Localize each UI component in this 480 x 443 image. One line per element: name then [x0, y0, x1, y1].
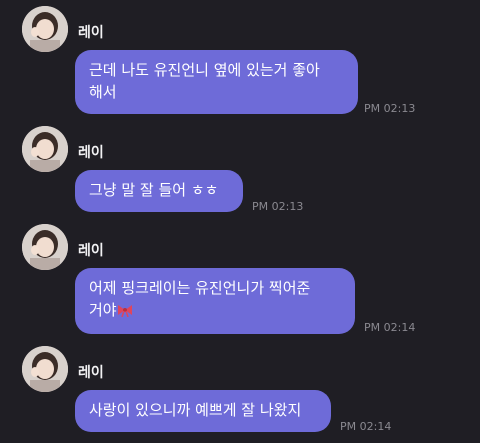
message-line: 거야 [89, 301, 117, 319]
message-timestamp: PM 02:13 [252, 200, 304, 213]
message-timestamp: PM 02:14 [364, 321, 416, 334]
sender-name: 레이 [78, 243, 104, 259]
avatar[interactable] [22, 224, 68, 270]
message-line-with-emoji: 거야 [89, 299, 341, 322]
avatar[interactable] [22, 346, 68, 392]
sender-name: 레이 [78, 25, 104, 41]
message-line: 해서 [89, 83, 117, 101]
message-line: 사랑이 있으니까 예쁘게 잘 나왔지 [89, 401, 302, 419]
avatar[interactable] [22, 6, 68, 52]
message-line: 근데 나도 유진언니 옆에 있는거 좋아 [89, 61, 320, 79]
message-bubble[interactable]: 사랑이 있으니까 예쁘게 잘 나왔지 [75, 390, 331, 432]
message-bubble[interactable]: 근데 나도 유진언니 옆에 있는거 좋아 해서 [75, 50, 358, 114]
chat-thread: 레이 근데 나도 유진언니 옆에 있는거 좋아 해서 PM 02:13 레이 그… [0, 0, 480, 443]
message-line: 어제 핑크레이는 유진언니가 찍어준 [89, 279, 311, 297]
message-timestamp: PM 02:14 [340, 420, 392, 433]
sender-name: 레이 [78, 145, 104, 161]
message-bubble[interactable]: 그냥 말 잘 들어 ㅎㅎ [75, 170, 243, 212]
message-timestamp: PM 02:13 [364, 102, 416, 115]
message-bubble[interactable]: 어제 핑크레이는 유진언니가 찍어준 거야 [75, 268, 355, 334]
sender-name: 레이 [78, 365, 104, 381]
message-line: 그냥 말 잘 들어 ㅎㅎ [89, 181, 219, 199]
ribbon-icon [117, 300, 133, 322]
avatar[interactable] [22, 126, 68, 172]
